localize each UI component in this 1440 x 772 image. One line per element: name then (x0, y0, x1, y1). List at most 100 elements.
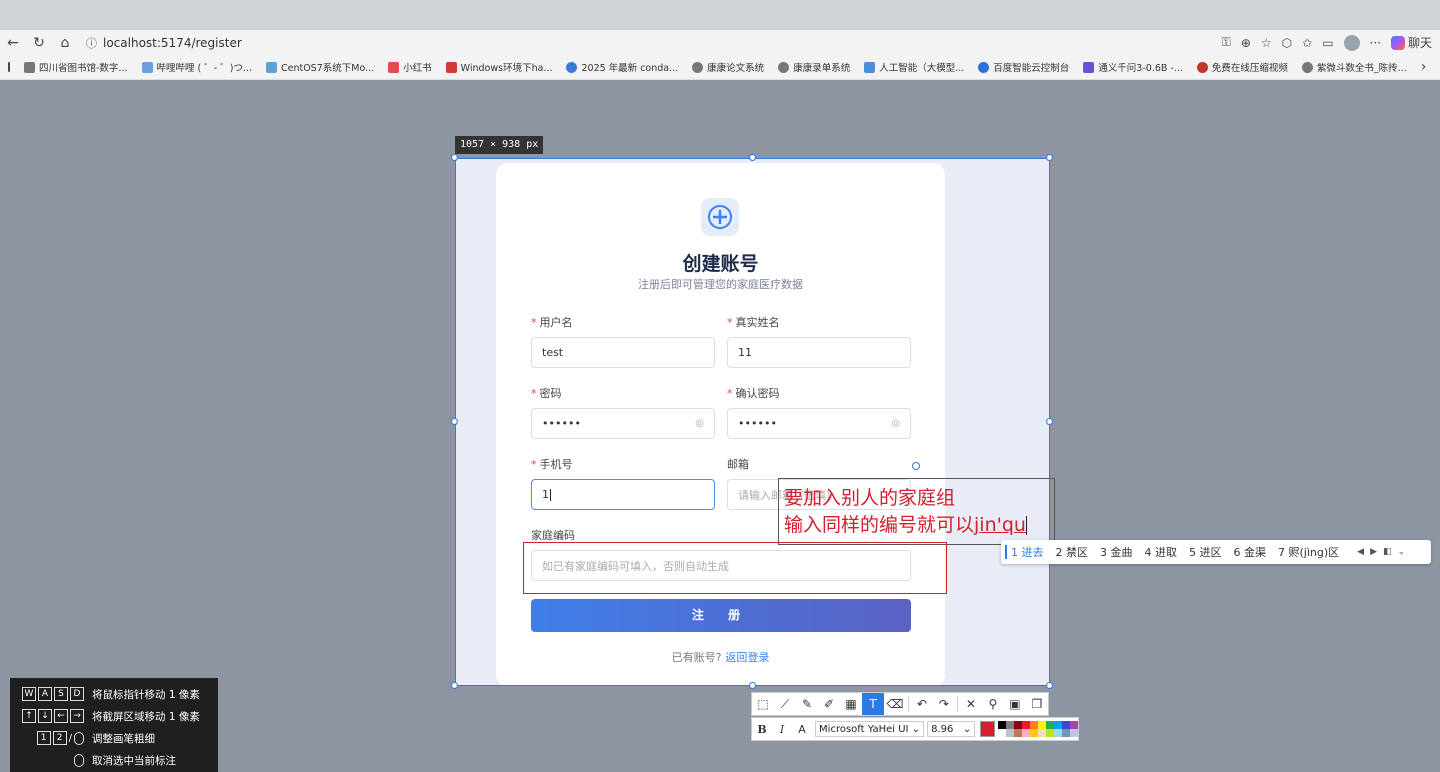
bookmark-item[interactable]: CentOS7系统下Mo... (265, 60, 374, 74)
favorites-icon[interactable]: ✩ (1302, 36, 1312, 50)
confirm-password-input[interactable]: •••••• ◎ (727, 408, 911, 439)
csdn-icon (445, 61, 457, 73)
help-row: 取消选中当前标注 (10, 749, 218, 771)
bold-button[interactable]: B (752, 723, 772, 736)
color-palette[interactable] (997, 721, 1078, 737)
ime-candidate[interactable]: 6 金渠 (1234, 544, 1267, 560)
current-color-swatch[interactable] (980, 721, 995, 737)
bookmark-item[interactable]: 紫微斗数全书_陈抟... (1301, 60, 1407, 74)
pin-icon[interactable]: ⚲ (982, 693, 1004, 715)
ime-candidate[interactable]: 1 进去 (1011, 544, 1044, 560)
ime-candidate[interactable]: 2 禁区 (1056, 544, 1089, 560)
back-icon[interactable]: ← (0, 35, 26, 51)
mouse-right-click-icon (74, 753, 84, 767)
font-size-select[interactable]: 8.96 ⌄ (927, 721, 976, 737)
italic-button[interactable]: I (772, 723, 792, 736)
ime-candidate[interactable]: 5 进区 (1189, 544, 1222, 560)
copilot-button[interactable]: 聊天 (1390, 34, 1432, 51)
text-anchor-handle[interactable] (912, 462, 920, 470)
mosaic-tool-icon[interactable]: ▦ (840, 693, 862, 715)
password-label: * 密码 (531, 387, 562, 400)
key-icon[interactable]: ⚿ (1222, 35, 1231, 50)
back-to-login-link[interactable]: 返回登录 (725, 651, 769, 664)
refresh-icon[interactable]: ↻ (26, 35, 52, 51)
font-family-select[interactable]: Microsoft YaHei UI ⌄ (815, 721, 925, 737)
close-icon[interactable]: ✕ (960, 693, 982, 715)
bookmark-item[interactable]: 人工智能（大模型... (864, 60, 964, 74)
register-button[interactable]: 注 册 (531, 599, 911, 632)
resize-handle[interactable] (451, 418, 458, 425)
bookmark-item[interactable]: 免费在线压缩视频 (1196, 60, 1288, 74)
profile-avatar[interactable] (1343, 34, 1360, 51)
baidu-cloud-icon (978, 61, 990, 73)
pen-tool-icon[interactable]: ✎ (796, 693, 818, 715)
resize-handle[interactable] (1046, 682, 1053, 689)
copy-icon[interactable]: ❐ (1026, 693, 1048, 715)
bookmark-item[interactable]: 康康论文系统 (692, 60, 764, 74)
copilot-icon (1390, 35, 1405, 50)
password-input[interactable]: •••••• ◎ (531, 408, 715, 439)
bookmarks-bar: 四川省图书馆-数字... 哔哩哔哩 ( ゜- ゜)つ... CentOS7系统下… (0, 55, 1440, 80)
bookmark-item[interactable]: Windows环境下ha... (445, 60, 552, 74)
page-prev-icon[interactable]: ◀ (1357, 547, 1364, 557)
undo-icon[interactable]: ↶ (911, 693, 933, 715)
polyline-tool-icon[interactable]: ⟋ (774, 693, 796, 715)
hotkey-help-panel: WASD 将鼠标指针移动 1 像素 ↑ ↓ ← → 将截屏区域移动 1 像素 1 2/ … (10, 678, 218, 772)
help-row: 1 2/ 调整画笔粗细 (10, 727, 218, 749)
bookmark-item[interactable]: 哔哩哔哩 ( ゜- ゜)つ... (141, 60, 252, 74)
confirm-password-label: * 确认密码 (727, 387, 780, 400)
ime-candidate[interactable]: 7 赆(jìng)区 (1278, 544, 1339, 560)
shape-tool-icon[interactable]: ⬚ (752, 693, 774, 715)
phone-input[interactable]: 1 (531, 479, 715, 510)
highlighter-tool-icon[interactable]: ✐ (818, 693, 840, 715)
ime-toggle-icon[interactable]: ◧ (1383, 547, 1392, 557)
capture-selection[interactable]: 创建账号 注册后即可管理您的家庭医疗数据 * 用户名 test * 真实姓名 1 1 … (455, 158, 1050, 686)
resize-handle[interactable] (1046, 154, 1053, 161)
address-bar[interactable]: ⓘ localhost:5174/register (86, 35, 242, 51)
page-title: 创建账号 (682, 253, 759, 275)
home-icon[interactable]: ⌂ (52, 35, 78, 51)
annotation-rectangle[interactable] (523, 542, 947, 594)
more-icon[interactable]: ··· (1370, 36, 1381, 50)
bilibili-icon (141, 61, 153, 73)
url-text: localhost:5174/register (103, 35, 242, 50)
site-info-icon[interactable]: ⓘ (86, 35, 97, 51)
eraser-tool-icon[interactable]: ⌫ (884, 693, 906, 715)
redo-icon[interactable]: ↷ (933, 693, 955, 715)
tab-actions-icon[interactable] (8, 62, 10, 72)
ime-candidate-bar: 1 进去 2 禁区 3 金曲 4 进取 5 进区 6 金渠 7 赆(jìng)区… (1001, 540, 1431, 564)
resize-handle[interactable] (749, 154, 756, 161)
chevron-right-icon[interactable]: › (1421, 59, 1427, 75)
realname-label: * 真实姓名 (727, 316, 780, 329)
bookmark-item[interactable]: 百度智能云控制台 (978, 60, 1069, 74)
save-icon[interactable]: ▣ (1004, 693, 1026, 715)
bookmark-item[interactable]: 康康录单系统 (778, 60, 850, 74)
bookmark-item[interactable]: 通义千问3-0.6B -... (1083, 60, 1183, 74)
chevron-down-icon[interactable]: ⌄ (1398, 547, 1406, 557)
bookmark-item[interactable]: 四川省图书馆-数字... (24, 60, 128, 74)
realname-input[interactable]: 11 (727, 337, 911, 368)
text-tool-icon[interactable]: T (862, 693, 884, 715)
bookmark-item[interactable]: 2025 年最新 conda... (566, 60, 678, 74)
resize-handle[interactable] (1046, 418, 1053, 425)
username-input[interactable]: test (531, 337, 715, 368)
eye-off-icon[interactable]: ◎ (695, 418, 704, 429)
eye-off-icon[interactable]: ◎ (891, 418, 900, 429)
help-row: WASD 将鼠标指针移动 1 像素 (10, 683, 218, 705)
site-icon (1301, 61, 1313, 73)
resize-handle[interactable] (451, 682, 458, 689)
ime-candidate[interactable]: 3 金曲 (1100, 544, 1133, 560)
resize-handle[interactable] (749, 682, 756, 689)
phone-label: * 手机号 (531, 458, 573, 471)
site-icon (1196, 61, 1208, 73)
resize-handle[interactable] (451, 154, 458, 161)
collections-icon[interactable]: ▭ (1322, 36, 1333, 50)
page-next-icon[interactable]: ▶ (1370, 547, 1377, 557)
ime-candidate[interactable]: 4 进取 (1145, 544, 1178, 560)
bookmark-item[interactable]: 小红书 (388, 60, 432, 74)
annotation-text-box[interactable]: 要加入别人的家庭组 输入同样的编号就可以jin'qu (778, 478, 1055, 545)
font-effect-icon[interactable]: A (792, 723, 812, 736)
extensions-icon[interactable]: ⬡ (1282, 36, 1292, 50)
favorite-star-icon[interactable]: ☆ (1261, 36, 1272, 50)
zoom-icon[interactable]: ⊕ (1241, 36, 1251, 50)
